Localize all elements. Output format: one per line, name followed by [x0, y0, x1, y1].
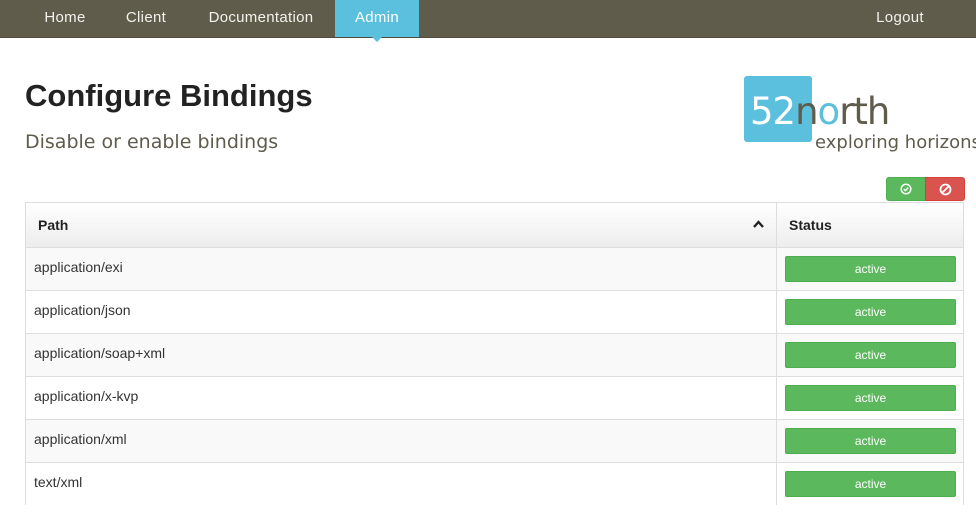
status-toggle-button[interactable]: active	[785, 299, 956, 325]
column-header-path-label: Path	[38, 217, 69, 233]
table-row: application/soap+xml active	[26, 333, 963, 377]
table-row: text/xml active	[26, 462, 963, 505]
ban-icon	[939, 183, 951, 195]
nav-documentation[interactable]: Documentation	[187, 0, 335, 37]
status-toggle-button[interactable]: active	[785, 428, 956, 454]
binding-status-cell: active	[776, 462, 963, 505]
status-toggle-button[interactable]: active	[785, 256, 956, 282]
page-subtitle: Disable or enable bindings	[25, 131, 279, 153]
binding-status-cell: active	[776, 376, 963, 420]
binding-path: application/x-kvp	[26, 376, 777, 420]
binding-path: text/xml	[26, 462, 777, 505]
table-row: application/x-kvp active	[26, 376, 963, 420]
top-navbar: Home Client Documentation Admin Logout	[0, 0, 976, 42]
nav-home[interactable]: Home	[25, 0, 105, 37]
table-row: application/json active	[26, 290, 963, 334]
binding-path: application/json	[26, 290, 777, 334]
status-toggle-button[interactable]: active	[785, 385, 956, 411]
binding-status-cell: active	[776, 247, 963, 291]
status-toggle-button[interactable]: active	[785, 342, 956, 368]
status-toggle-button[interactable]: active	[785, 471, 956, 497]
binding-path: application/xml	[26, 419, 777, 463]
binding-status-cell: active	[776, 333, 963, 377]
binding-status-cell: active	[776, 419, 963, 463]
nav-admin[interactable]: Admin	[335, 0, 419, 42]
column-header-status[interactable]: Status	[776, 203, 963, 248]
logo-wordmark: 52north	[750, 90, 890, 133]
check-circle-icon	[900, 183, 912, 195]
table-row: application/xml active	[26, 419, 963, 463]
logout-link[interactable]: Logout	[856, 0, 944, 37]
bulk-action-group	[886, 177, 965, 201]
table-row: application/exi active	[26, 247, 963, 291]
binding-path: application/exi	[26, 247, 777, 291]
page-title: Configure Bindings	[25, 78, 313, 113]
binding-path: application/soap+xml	[26, 333, 777, 377]
column-header-path[interactable]: Path	[26, 203, 777, 248]
52north-logo: 52north exploring horizons	[744, 76, 976, 160]
activate-all-button[interactable]	[886, 177, 925, 201]
chevron-up-icon	[753, 220, 764, 228]
bindings-table: Path Status application/exi active appli…	[25, 202, 964, 505]
table-header-row: Path Status	[26, 203, 963, 248]
nav-client[interactable]: Client	[105, 0, 187, 37]
logo-tagline: exploring horizons	[815, 132, 976, 153]
deactivate-all-button[interactable]	[925, 177, 965, 201]
binding-status-cell: active	[776, 290, 963, 334]
